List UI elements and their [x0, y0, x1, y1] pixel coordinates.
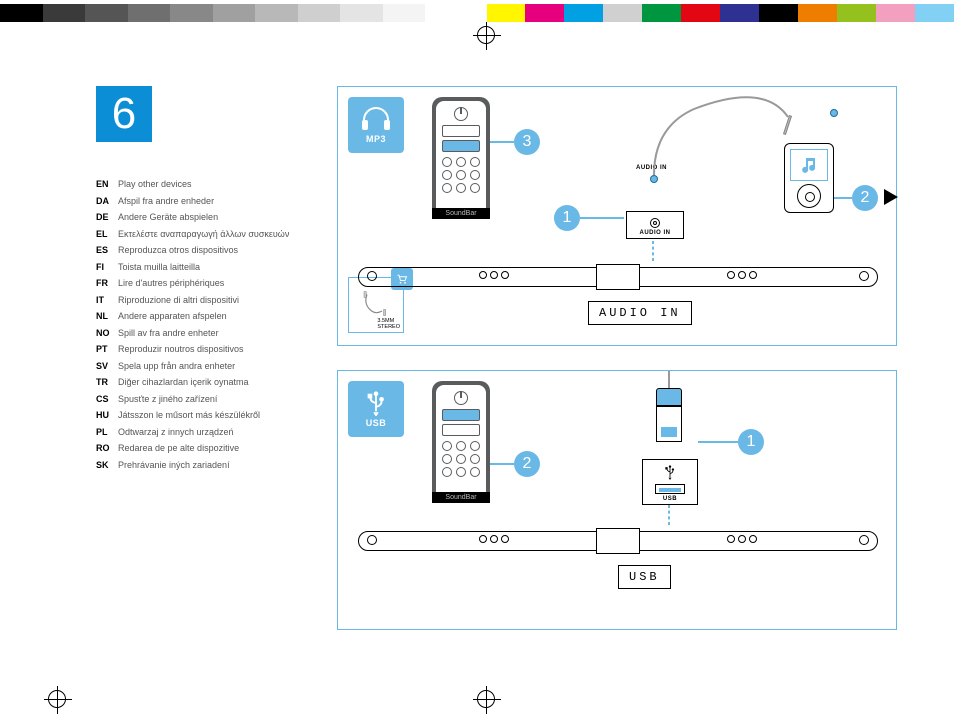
language-row: NLAndere apparaten afspelen	[96, 312, 289, 321]
language-code: ES	[96, 246, 118, 255]
cable-spec-label: 3.5MM STEREO	[377, 318, 400, 330]
language-code: HU	[96, 411, 118, 420]
remote-highlighted-button	[442, 140, 480, 152]
language-text: Diğer cihazlardan içerik oynatma	[118, 378, 249, 387]
language-text: Afspil fra andre enheder	[118, 197, 214, 206]
port-label: AUDIO IN	[633, 230, 677, 236]
step-circle-1-usb: 1	[738, 429, 764, 455]
language-list: ENPlay other devicesDAAfspil fra andre e…	[96, 180, 289, 477]
mp3-badge: MP3	[348, 97, 404, 153]
language-code: SV	[96, 362, 118, 371]
language-row: FIToista muilla laitteilla	[96, 263, 289, 272]
language-text: Εκτελέστε αναπαραγωγή άλλων συσκευών	[118, 230, 289, 239]
language-row: FRLire d'autres périphériques	[96, 279, 289, 288]
language-text: Reproduzca otros dispositivos	[118, 246, 238, 255]
usb-trident-icon	[360, 390, 392, 416]
soundbar-device	[358, 531, 878, 551]
step-number-text: 6	[112, 89, 136, 139]
language-code: SK	[96, 461, 118, 470]
language-code: DA	[96, 197, 118, 206]
step-number-badge: 6	[96, 86, 152, 142]
language-row: SKPrehrávanie iných zariadení	[96, 461, 289, 470]
soundbar-display: AUDIO IN	[588, 301, 692, 325]
language-text: Andere Geräte abspielen	[118, 213, 218, 222]
language-row: NOSpill av fra andre enheter	[96, 329, 289, 338]
language-row: DAAfspil fra andre enheder	[96, 197, 289, 206]
play-icon	[884, 189, 898, 205]
language-text: Spill av fra andre enheter	[118, 329, 219, 338]
language-code: NO	[96, 329, 118, 338]
language-code: EN	[96, 180, 118, 189]
soundbar-display: USB	[618, 565, 671, 589]
language-text: Riproduzione di altri dispositivi	[118, 296, 239, 305]
language-row: ESReproduzca otros dispositivos	[96, 246, 289, 255]
language-code: FI	[96, 263, 118, 272]
language-row: DEAndere Geräte abspielen	[96, 213, 289, 222]
aux-cable-icon	[361, 290, 391, 320]
registration-color-bar	[0, 4, 954, 22]
language-row: RORedarea de pe alte dispozitive	[96, 444, 289, 453]
language-code: PT	[96, 345, 118, 354]
audio-in-port: AUDIO IN	[626, 211, 684, 239]
language-text: Játsszon le műsort más készülékről	[118, 411, 260, 420]
usb-symbol-icon	[663, 464, 677, 482]
language-text: Spela upp från andra enheter	[118, 362, 235, 371]
usb-port-label: USB	[649, 496, 691, 502]
language-code: CS	[96, 395, 118, 404]
headphones-icon	[360, 106, 392, 132]
language-row: ELΕκτελέστε αναπαραγωγή άλλων συσκευών	[96, 230, 289, 239]
language-text: Play other devices	[118, 180, 192, 189]
language-text: Reproduzir noutros dispositivos	[118, 345, 244, 354]
language-text: Spusťte z jiného zařízení	[118, 395, 217, 404]
step-circle-3: 3	[514, 129, 540, 155]
language-code: IT	[96, 296, 118, 305]
language-row: SVSpela upp från andra enheter	[96, 362, 289, 371]
language-code: DE	[96, 213, 118, 222]
power-icon	[454, 107, 468, 121]
language-text: Redarea de pe alte dispozitive	[118, 444, 239, 453]
step-circle-2: 2	[852, 185, 878, 211]
language-row: ENPlay other devices	[96, 180, 289, 189]
usb-badge: USB	[348, 381, 404, 437]
language-row: HUJátsszon le műsort más készülékről	[96, 411, 289, 420]
language-code: TR	[96, 378, 118, 387]
language-row: ITRiproduzione di altri dispositivi	[96, 296, 289, 305]
language-code: PL	[96, 428, 118, 437]
language-code: NL	[96, 312, 118, 321]
mp3-badge-label: MP3	[366, 134, 386, 144]
remote-control: SoundBar	[432, 97, 490, 219]
diagram-usb: USB SoundBar 2	[337, 370, 897, 630]
language-code: FR	[96, 279, 118, 288]
mp3-player-device	[784, 143, 834, 213]
language-text: Prehrávanie iných zariadení	[118, 461, 230, 470]
language-row: PLOdtwarzaj z innych urządzeń	[96, 428, 289, 437]
remote-brand-label: SoundBar	[432, 492, 490, 503]
music-note-icon	[799, 155, 819, 175]
usb-port: USB	[642, 459, 698, 505]
language-text: Toista muilla laitteilla	[118, 263, 200, 272]
remote-highlighted-button	[442, 409, 480, 421]
remote-brand-label: SoundBar	[432, 208, 490, 219]
language-row: CSSpusťte z jiného zařízení	[96, 395, 289, 404]
step-circle-1: 1	[554, 205, 580, 231]
usb-plug	[656, 389, 682, 442]
language-text: Odtwarzaj z innych urządzeń	[118, 428, 234, 437]
aux-jack-socket	[830, 109, 838, 117]
power-icon	[454, 391, 468, 405]
language-text: Lire d'autres périphériques	[118, 279, 224, 288]
usb-badge-label: USB	[366, 418, 387, 428]
step-circle-2-usb: 2	[514, 451, 540, 477]
language-code: EL	[96, 230, 118, 239]
language-row: TRDiğer cihazlardan içerik oynatma	[96, 378, 289, 387]
diagram-audio-in: MP3 3.5MM STEREO SoundBar 3	[337, 86, 897, 346]
remote-control: SoundBar	[432, 381, 490, 503]
language-code: RO	[96, 444, 118, 453]
language-row: PTReproduzir noutros dispositivos	[96, 345, 289, 354]
soundbar-device	[358, 267, 878, 287]
language-text: Andere apparaten afspelen	[118, 312, 227, 321]
